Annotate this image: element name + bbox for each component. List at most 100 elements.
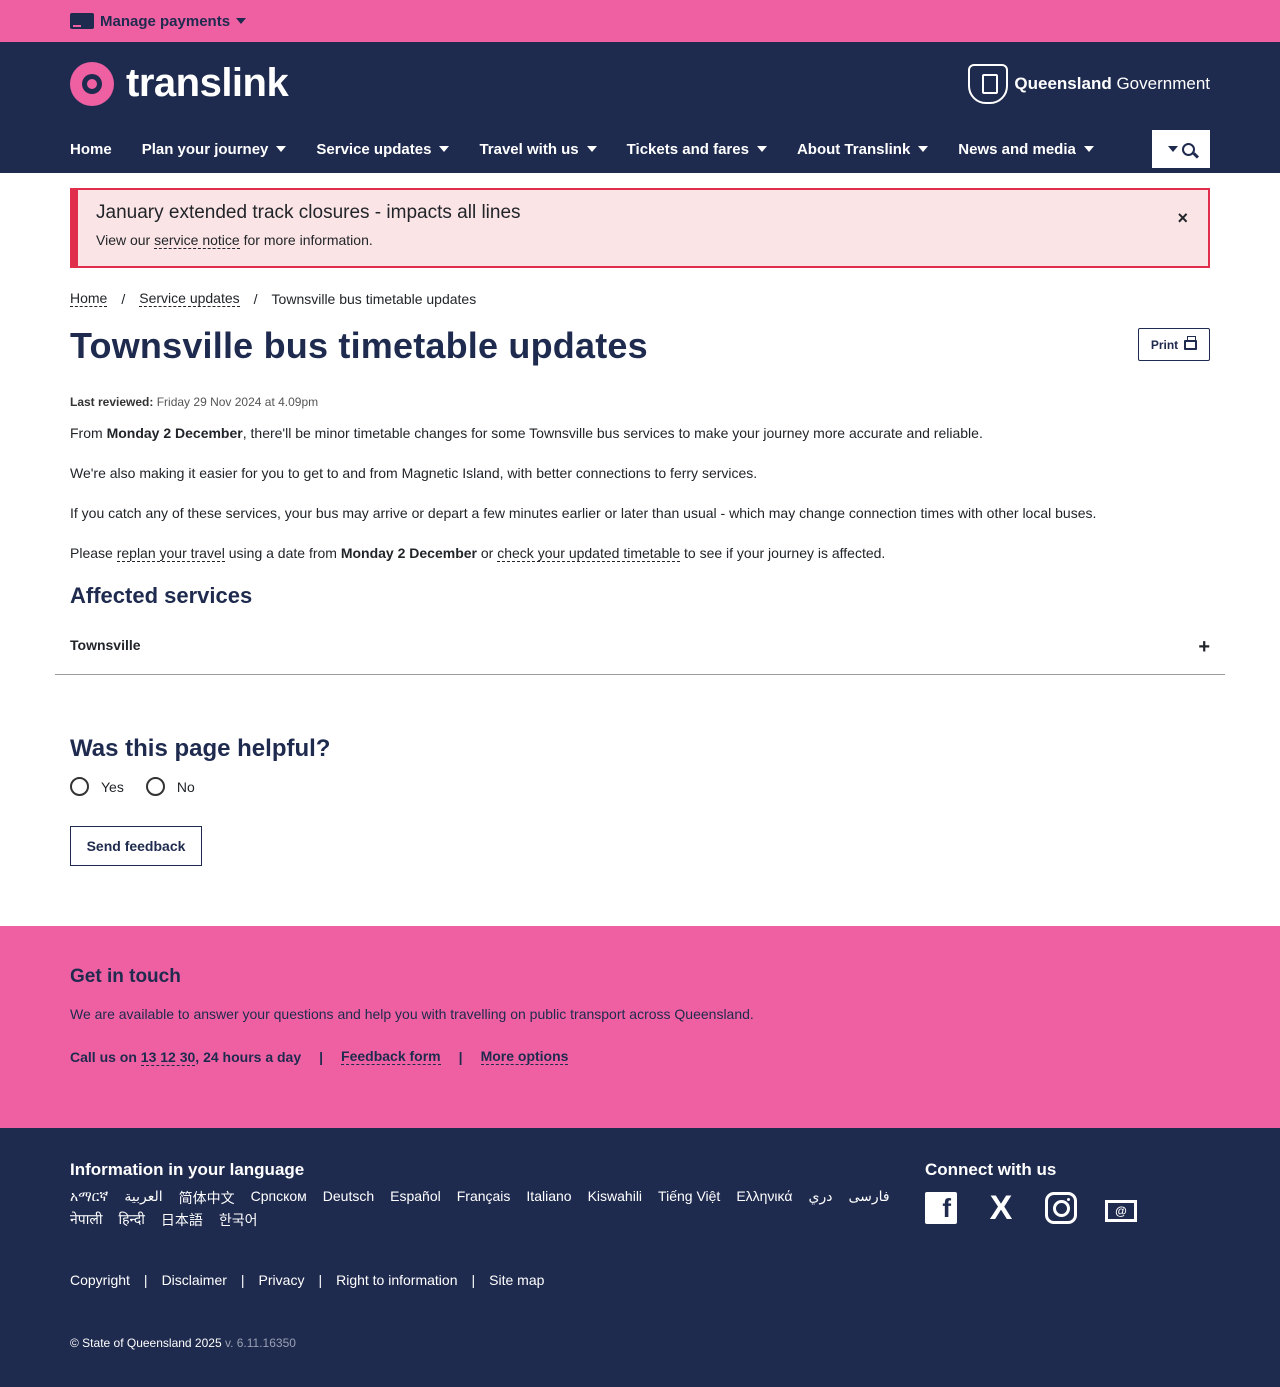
copyright-link[interactable]: Copyright bbox=[70, 1272, 130, 1288]
replan-travel-link[interactable]: replan your travel bbox=[116, 545, 225, 562]
plus-icon: + bbox=[1198, 636, 1210, 658]
nav-item-label: Tickets and fares bbox=[626, 140, 749, 158]
send-feedback-button[interactable]: Send feedback bbox=[70, 826, 202, 866]
breadcrumb-separator: / bbox=[121, 290, 126, 307]
text: to see if your journey is affected. bbox=[684, 545, 886, 561]
site-map-link[interactable]: Site map bbox=[489, 1272, 544, 1288]
language-link[interactable]: دري bbox=[808, 1188, 832, 1208]
feedback-form-link[interactable]: Feedback form bbox=[341, 1048, 441, 1065]
alert-body-suffix: for more information. bbox=[243, 232, 373, 248]
get-in-touch-section: Get in touch We are available to answer … bbox=[0, 926, 1280, 1128]
text: From bbox=[70, 425, 103, 441]
accordion-label: Townsville bbox=[70, 637, 141, 653]
language-link[interactable]: नेपाली bbox=[70, 1210, 102, 1230]
instagram-icon[interactable] bbox=[1045, 1192, 1077, 1224]
radio-yes-label: Yes bbox=[101, 778, 124, 795]
footer-links: Copyright | Disclaimer | Privacy | Right… bbox=[70, 1272, 1210, 1288]
radio-yes[interactable]: Yes bbox=[70, 777, 124, 796]
printer-icon bbox=[1184, 335, 1198, 350]
language-link[interactable]: 한국어 bbox=[219, 1210, 258, 1230]
alert-banner: January extended track closures - impact… bbox=[70, 188, 1210, 268]
right-to-information-link[interactable]: Right to information bbox=[336, 1272, 457, 1288]
nav-item-label: Home bbox=[70, 140, 112, 158]
nav-item-label: News and media bbox=[958, 140, 1076, 158]
separator: | bbox=[318, 1272, 323, 1288]
radio-no[interactable]: No bbox=[145, 777, 195, 796]
print-label: Print bbox=[1150, 337, 1179, 352]
language-link[interactable]: 日本語 bbox=[161, 1210, 203, 1230]
site-footer: Information in your language አማርኛ العربي… bbox=[0, 1128, 1280, 1387]
print-button[interactable]: Print bbox=[1138, 328, 1210, 361]
radio-button-yes[interactable] bbox=[70, 777, 89, 796]
search-icon bbox=[1181, 142, 1195, 156]
disclaimer-link[interactable]: Disclaimer bbox=[162, 1272, 227, 1288]
language-link[interactable]: Tiếng Việt bbox=[658, 1188, 720, 1208]
language-link[interactable]: Ελληνικά bbox=[736, 1188, 792, 1208]
language-link[interactable]: العربية bbox=[124, 1188, 162, 1208]
language-list: አማርኛ العربية 简体中文 Српском Deutsch Españo… bbox=[70, 1188, 900, 1230]
language-link[interactable]: Español bbox=[390, 1188, 441, 1208]
language-link[interactable]: हिन्दी bbox=[118, 1210, 144, 1230]
nav-item-news-and-media[interactable]: News and media bbox=[958, 141, 1094, 158]
alert-body-prefix: View our bbox=[96, 232, 151, 248]
breadcrumb-service-updates[interactable]: Service updates bbox=[139, 290, 240, 307]
magnetic-island-paragraph: We're also making it easier for you to g… bbox=[70, 465, 758, 481]
nav-item-tickets-and-fares[interactable]: Tickets and fares bbox=[627, 141, 767, 158]
last-reviewed-value: Friday 29 Nov 2024 at 4.09pm bbox=[156, 395, 319, 409]
email-icon[interactable]: @ bbox=[1105, 1200, 1137, 1222]
alert-body: View our service notice for more informa… bbox=[96, 232, 1188, 249]
nav-item-home[interactable]: Home bbox=[70, 141, 112, 158]
language-link[interactable]: 简体中文 bbox=[179, 1188, 235, 1208]
replan-paragraph: Please replan your travel using a date f… bbox=[70, 543, 1210, 563]
last-reviewed-label: Last reviewed: bbox=[70, 395, 154, 409]
text: or bbox=[480, 545, 494, 561]
manage-payments-menu[interactable]: Manage payments bbox=[70, 12, 247, 30]
nav-item-plan-your-journey[interactable]: Plan your journey bbox=[142, 141, 287, 158]
helpful-radio-group: Yes No bbox=[70, 777, 1210, 796]
radio-no-label: No bbox=[176, 778, 195, 795]
translink-logo[interactable]: translink bbox=[70, 61, 289, 106]
search-button[interactable] bbox=[1152, 130, 1210, 168]
copyright: © State of Queensland 2025 v. 6.11.16350 bbox=[70, 1336, 1210, 1350]
impact-paragraph: If you catch any of these services, your… bbox=[70, 505, 1097, 521]
queensland-government-logo[interactable]: Queensland Government bbox=[968, 63, 1210, 104]
check-timetable-link[interactable]: check your updated timetable bbox=[497, 545, 681, 562]
separator: | bbox=[458, 1048, 463, 1065]
caret-down-icon bbox=[756, 146, 767, 152]
manage-payments-label: Manage payments bbox=[100, 12, 231, 30]
page-title: Townsville bus timetable updates bbox=[70, 325, 648, 366]
social-links: f X @ bbox=[925, 1189, 1210, 1227]
breadcrumb: Home / Service updates / Townsville bus … bbox=[70, 290, 1210, 307]
language-link[interactable]: Italiano bbox=[526, 1188, 571, 1208]
contact-links: Call us on 13 12 30, 24 hours a day | Fe… bbox=[70, 1048, 1210, 1066]
separator: | bbox=[240, 1272, 245, 1288]
more-options-link[interactable]: More options bbox=[480, 1048, 569, 1065]
language-link[interactable]: Deutsch bbox=[323, 1188, 374, 1208]
caret-down-icon bbox=[236, 18, 247, 24]
intro-paragraph: From Monday 2 December, there'll be mino… bbox=[70, 423, 1210, 443]
separator: | bbox=[143, 1272, 148, 1288]
accordion-townsville[interactable]: Townsville + bbox=[55, 633, 1225, 675]
language-link[interactable]: فارسی bbox=[848, 1188, 889, 1208]
language-link[interactable]: አማርኛ bbox=[70, 1188, 108, 1208]
separator: | bbox=[319, 1048, 324, 1065]
language-link[interactable]: Français bbox=[457, 1188, 511, 1208]
translink-logo-icon bbox=[70, 61, 114, 106]
privacy-link[interactable]: Privacy bbox=[259, 1272, 305, 1288]
breadcrumb-current: Townsville bus timetable updates bbox=[271, 290, 477, 307]
service-notice-link[interactable]: service notice bbox=[154, 232, 240, 249]
x-icon[interactable]: X bbox=[985, 1189, 1017, 1227]
version-text: v. 6.11.16350 bbox=[224, 1336, 296, 1350]
gov-name-rest: Government bbox=[1116, 73, 1210, 93]
get-in-touch-heading: Get in touch bbox=[70, 966, 181, 987]
phone-link[interactable]: 13 12 30 bbox=[140, 1048, 196, 1066]
nav-item-service-updates[interactable]: Service updates bbox=[316, 141, 450, 158]
nav-item-about-translink[interactable]: About Translink bbox=[797, 141, 929, 158]
facebook-icon[interactable]: f bbox=[925, 1192, 957, 1224]
close-icon[interactable]: × bbox=[1177, 208, 1188, 229]
radio-button-no[interactable] bbox=[145, 777, 165, 796]
nav-item-travel-with-us[interactable]: Travel with us bbox=[479, 141, 597, 158]
language-link[interactable]: Kiswahili bbox=[588, 1188, 642, 1208]
language-link[interactable]: Српском bbox=[251, 1188, 307, 1208]
breadcrumb-home[interactable]: Home bbox=[70, 290, 108, 307]
